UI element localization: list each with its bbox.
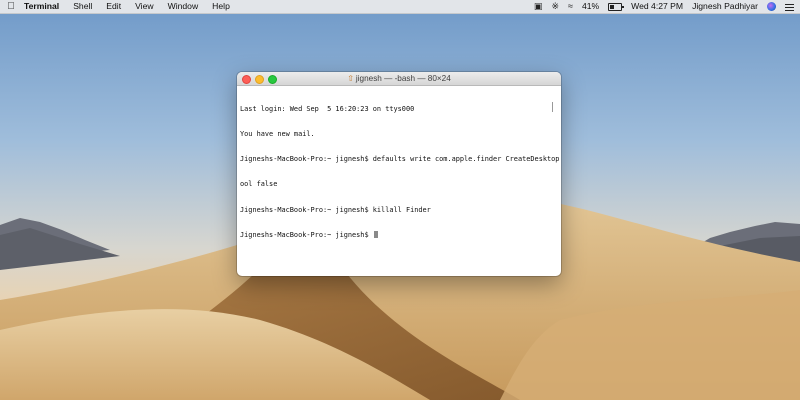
app-menu-terminal[interactable]: Terminal: [22, 0, 66, 13]
user-name[interactable]: Jignesh Padhiyar: [692, 0, 758, 13]
menu-shell[interactable]: Shell: [66, 0, 99, 13]
home-folder-icon: ⇧: [347, 74, 354, 83]
menu-view[interactable]: View: [128, 0, 160, 13]
terminal-prompt-line[interactable]: Jigneshs-MacBook-Pro:~ jignesh$: [240, 230, 558, 239]
terminal-line: You have new mail.: [240, 130, 315, 139]
battery-percent[interactable]: 41%: [582, 0, 599, 13]
menu-help[interactable]: Help: [205, 0, 237, 13]
terminal-line: Jigneshs-MacBook-Pro:~ jignesh$ defaults…: [240, 155, 561, 164]
menubar-clock[interactable]: Wed 4:27 PM: [631, 0, 683, 13]
notification-center-icon[interactable]: [785, 3, 794, 11]
menu-edit[interactable]: Edit: [99, 0, 128, 13]
menu-bar:  Terminal Shell Edit View Window Help ▣…: [0, 0, 800, 14]
terminal-titlebar[interactable]: ⇧ jignesh — -bash — 80×24: [237, 72, 561, 86]
siri-icon[interactable]: [767, 2, 776, 11]
terminal-line: Jigneshs-MacBook-Pro:~ jignesh$ killall …: [240, 205, 431, 214]
terminal-line: ool false: [240, 180, 278, 189]
battery-icon[interactable]: [608, 2, 625, 11]
apple-menu-icon[interactable]: : [0, 0, 22, 13]
text-cursor: [373, 230, 378, 238]
terminal-line: Last login: Wed Sep 5 16:20:23 on ttys00…: [240, 104, 415, 113]
menu-window[interactable]: Window: [161, 0, 206, 13]
terminal-window[interactable]: ⇧ jignesh — -bash — 80×24 Last login: Wed…: [237, 72, 561, 276]
wifi-icon[interactable]: ≈: [568, 0, 573, 13]
bluetooth-icon[interactable]: ※: [551, 0, 559, 13]
window-title: ⇧ jignesh — -bash — 80×24: [347, 74, 451, 83]
terminal-output[interactable]: Last login: Wed Sep 5 16:20:23 on ttys00…: [237, 86, 561, 276]
photo-icon[interactable]: ▣: [534, 0, 543, 13]
scroll-indicator: [552, 102, 553, 112]
